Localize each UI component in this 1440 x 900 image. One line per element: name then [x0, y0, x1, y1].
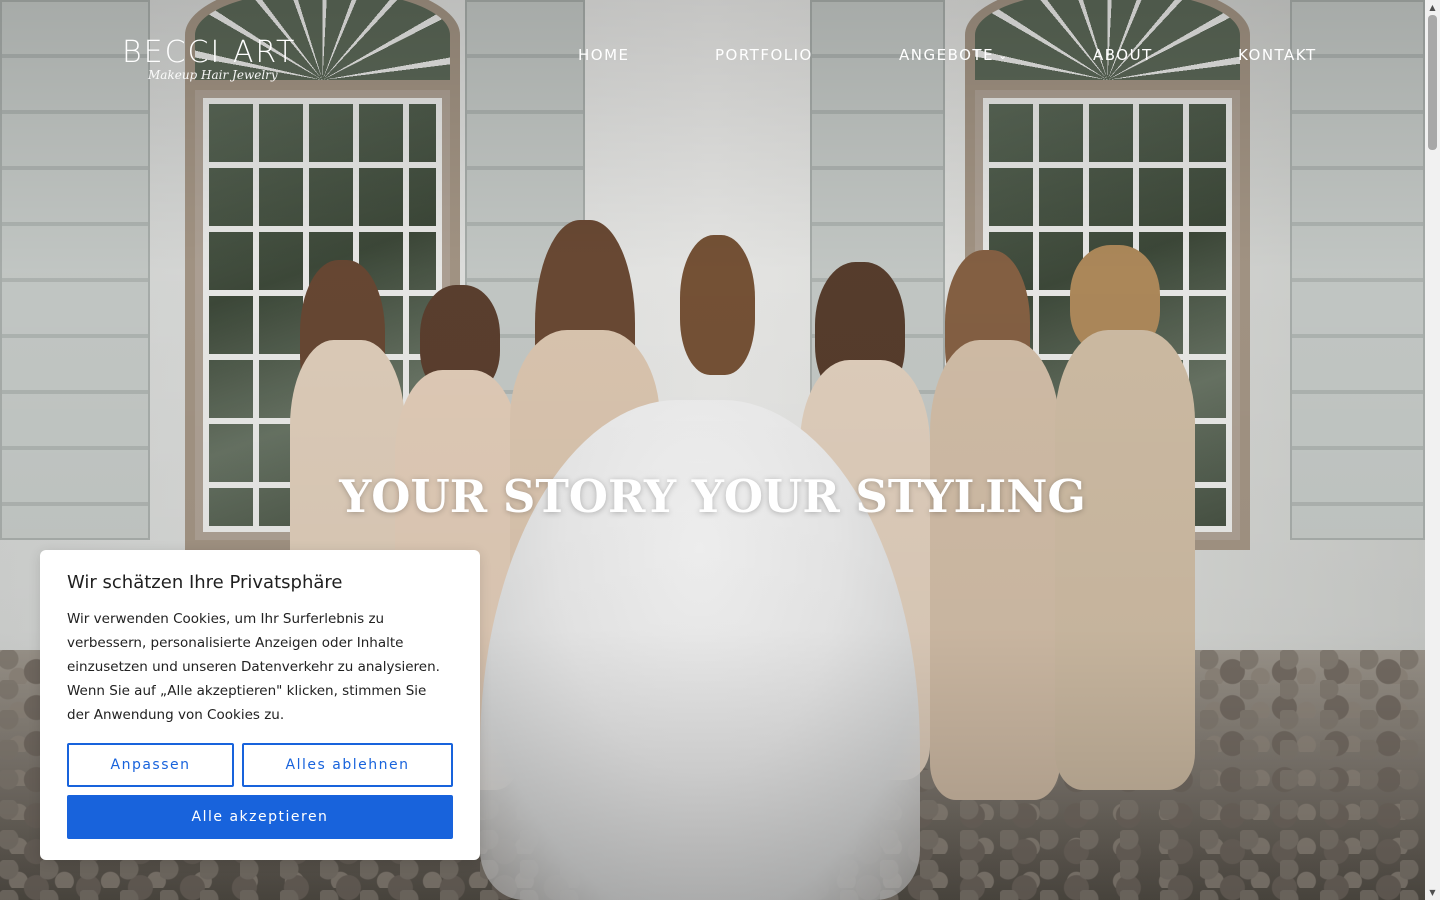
accept-all-button[interactable]: Alle akzeptieren	[67, 795, 453, 839]
cookie-consent-banner: Wir schätzen Ihre Privatsphäre Wir verwe…	[40, 550, 480, 860]
nav-angebote-label: ANGEBOTE	[899, 46, 995, 64]
cookie-title: Wir schätzen Ihre Privatsphäre	[67, 572, 343, 593]
scrollbar-thumb[interactable]	[1428, 15, 1437, 150]
customize-button[interactable]: Anpassen	[67, 743, 234, 787]
logo-tagline: Makeup Hair Jewelry	[148, 68, 278, 82]
cookie-button-row: Anpassen Alles ablehnen	[67, 743, 453, 787]
nav-home[interactable]: HOME	[578, 46, 630, 64]
hero-title: YOUR STORY YOUR STYLING	[339, 470, 1086, 523]
nav-portfolio[interactable]: PORTFOLIO	[715, 46, 813, 64]
chevron-down-icon: ⌄	[998, 49, 1009, 62]
main-navigation: HOME PORTFOLIO ANGEBOTE ⌄ ABOUT KONTAKT	[0, 46, 1440, 66]
cookie-description: Wir verwenden Cookies, um Ihr Surferlebn…	[67, 611, 440, 723]
nav-about[interactable]: ABOUT	[1093, 46, 1153, 64]
scroll-down-arrow-icon[interactable]: ▼	[1425, 885, 1440, 900]
page-scrollbar[interactable]: ▲ ▼	[1425, 0, 1440, 900]
scroll-up-arrow-icon[interactable]: ▲	[1425, 0, 1440, 15]
nav-angebote[interactable]: ANGEBOTE ⌄	[899, 46, 1009, 64]
reject-all-button[interactable]: Alles ablehnen	[242, 743, 453, 787]
nav-kontakt[interactable]: KONTAKT	[1238, 46, 1317, 64]
